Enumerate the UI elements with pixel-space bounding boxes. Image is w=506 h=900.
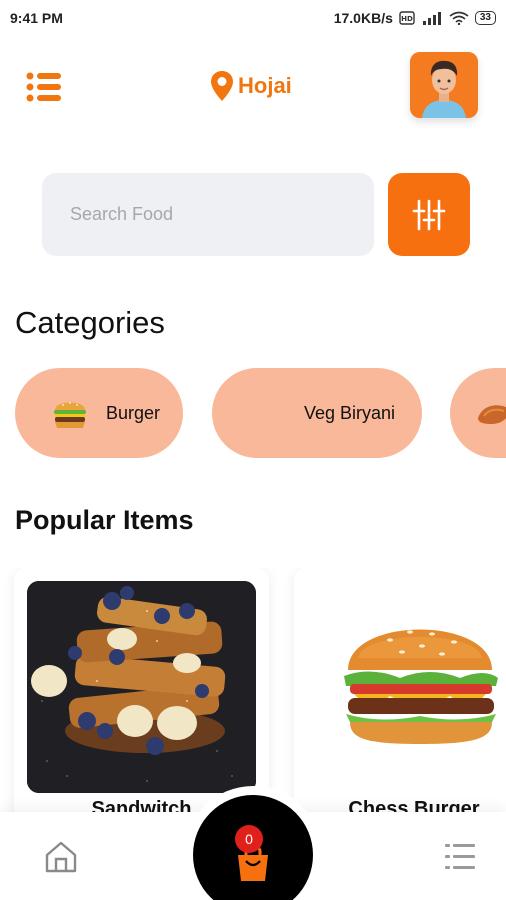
status-bar: 9:41 PM 17.0KB/s HD 33 xyxy=(0,0,506,36)
signal-icon xyxy=(422,12,441,25)
fried-chicken-icon xyxy=(478,405,506,424)
category-label: Burger xyxy=(106,402,161,423)
svg-text:HD: HD xyxy=(401,15,413,23)
cheeseburger-image xyxy=(344,629,498,744)
status-indicators: 17.0KB/s HD 33 xyxy=(334,10,496,26)
nav-list-button[interactable] xyxy=(444,842,476,872)
filter-button[interactable] xyxy=(388,173,470,256)
categories-list: Burger Veg Biryani xyxy=(0,368,506,458)
categories-title: Categories xyxy=(15,305,165,340)
popular-title: Popular Items xyxy=(15,505,194,535)
category-label: Veg Biryani xyxy=(304,402,396,423)
home-icon xyxy=(45,841,77,873)
user-avatar-image xyxy=(410,52,478,118)
category-chip-burger[interactable]: Burger xyxy=(15,368,183,458)
cart-count-badge: 0 xyxy=(235,825,263,853)
location-name: Hojai xyxy=(238,73,292,98)
menu-button[interactable] xyxy=(26,72,62,102)
nav-home-button[interactable] xyxy=(44,840,78,874)
map-pin-icon xyxy=(211,71,233,101)
category-chip-fried-chicken[interactable] xyxy=(450,368,506,458)
category-chip-veg-biryani[interactable]: Veg Biryani xyxy=(212,368,422,458)
location-selector[interactable]: Hojai xyxy=(210,70,292,102)
burger-emoji-icon xyxy=(54,402,86,428)
search-input[interactable] xyxy=(70,204,374,225)
french-toast-image xyxy=(27,581,256,793)
status-time: 9:41 PM xyxy=(10,10,63,26)
hamburger-menu-icon xyxy=(26,72,61,102)
avatar[interactable] xyxy=(410,52,478,118)
list-icon xyxy=(445,844,475,869)
battery-indicator: 33 xyxy=(474,11,496,25)
item-image xyxy=(310,588,506,788)
hd-icon: HD xyxy=(399,11,415,25)
sliders-icon xyxy=(412,199,446,230)
item-image xyxy=(27,581,256,793)
search-box xyxy=(42,173,374,256)
network-speed: 17.0KB/s xyxy=(333,10,393,26)
wifi-icon xyxy=(449,11,469,25)
app-header: Hojai xyxy=(0,48,506,120)
